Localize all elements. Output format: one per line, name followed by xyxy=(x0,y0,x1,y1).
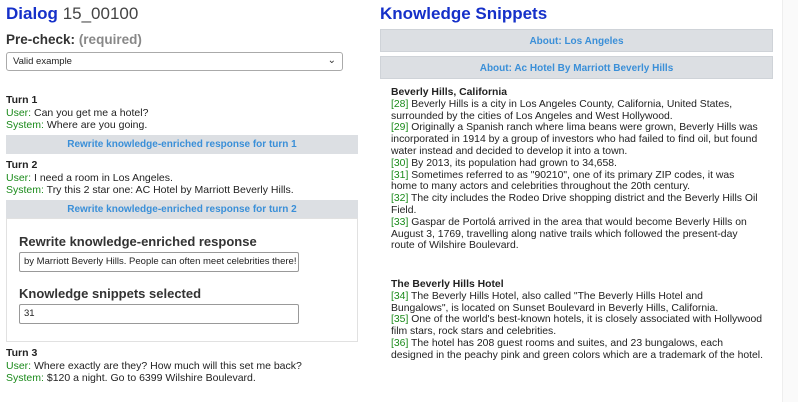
snippet-text: The Beverly Hills Hotel, also called "Th… xyxy=(391,290,719,314)
snippet-group: Beverly Hills, California [28] Beverly H… xyxy=(391,87,763,252)
user-utterance: Where exactly are they? How much will th… xyxy=(31,359,302,372)
snippet-text: One of the world's best-known hotels, it… xyxy=(391,314,763,338)
precheck-label: Pre-check: xyxy=(6,32,76,47)
dialog-title: Dialog 15_00100 xyxy=(6,4,138,24)
snippet[interactable]: [31] Sometimes referred to as "90210", o… xyxy=(391,170,763,194)
precheck-select[interactable]: Valid example ⌄ xyxy=(6,52,343,71)
rewrite-heading: Rewrite knowledge-enriched response xyxy=(19,234,257,249)
snippet[interactable]: [29] Originally a Spanish ranch where li… xyxy=(391,122,763,157)
system-label: System: xyxy=(6,184,44,196)
snippet-id: [36] xyxy=(391,337,409,349)
snippet-text: By 2013, its population had grown to 34,… xyxy=(408,157,617,169)
precheck-selected-value: Valid example xyxy=(13,56,72,67)
snippet-id: [32] xyxy=(391,193,409,205)
about-ac-hotel-button[interactable]: About: Ac Hotel By Marriott Beverly Hill… xyxy=(380,56,773,79)
snippet[interactable]: [36] The hotel has 208 guest rooms and s… xyxy=(391,338,763,362)
snippet-text: Originally a Spanish ranch where lima be… xyxy=(391,122,758,157)
user-label: User: xyxy=(6,359,32,372)
rewrite-turn-2-button[interactable]: Rewrite knowledge-enriched response for … xyxy=(6,200,358,219)
user-utterance: Can you get me a hotel? xyxy=(31,106,149,119)
dialog-panel: Dialog 15_00100 Pre-check: (required) Va… xyxy=(0,0,359,402)
turn-header: Turn 3 xyxy=(6,347,38,359)
snippet-text: The city includes the Rodeo Drive shoppi… xyxy=(391,193,758,216)
snippet-id: [28] xyxy=(391,98,409,110)
rewrite-turn-1-button[interactable]: Rewrite knowledge-enriched response for … xyxy=(6,135,358,154)
rewrite-response-input[interactable]: by Marriott Beverly Hills. People can of… xyxy=(19,252,299,272)
snippet-id: [31] xyxy=(391,169,409,181)
snippets-selected-input[interactable]: 31 xyxy=(19,304,299,324)
system-utterance: Try this 2 star one: AC Hotel by Marriot… xyxy=(43,184,294,196)
precheck-heading: Pre-check: (required) xyxy=(6,32,142,47)
dialog-label: Dialog xyxy=(6,4,58,23)
system-utterance: $120 a night. Go to 6399 Wilshire Boulev… xyxy=(43,372,256,384)
snippet[interactable]: [30] By 2013, its population had grown t… xyxy=(391,158,763,170)
snippet-id: [34] xyxy=(391,290,409,302)
snippet[interactable]: [32] The city includes the Rodeo Drive s… xyxy=(391,193,763,217)
snippet-group-heading: The Beverly Hills Hotel xyxy=(391,279,504,290)
user-utterance: I need a room in Los Angeles. xyxy=(31,171,173,184)
about-los-angeles-button[interactable]: About: Los Angeles xyxy=(380,29,773,52)
snippet-text: The hotel has 208 guest rooms and suites… xyxy=(391,337,763,361)
user-label: User: xyxy=(6,171,32,184)
snippet[interactable]: [28] Beverly Hills is a city in Los Ange… xyxy=(391,99,763,123)
snippet-group-heading: Beverly Hills, California xyxy=(391,87,508,98)
rewrite-panel: Rewrite knowledge-enriched response by M… xyxy=(6,218,358,342)
precheck-required: (required) xyxy=(78,32,142,47)
turn-header: Turn 1 xyxy=(6,94,38,106)
turn-header: Turn 2 xyxy=(6,159,38,171)
snippet[interactable]: [33] Gaspar de Portolá arrived in the ar… xyxy=(391,217,763,252)
snippets-selected-heading: Knowledge snippets selected xyxy=(19,286,202,301)
turn-2: Turn 2 User: I need a room in Los Angele… xyxy=(6,159,294,197)
turn-1: Turn 1 User: Can you get me a hotel? Sys… xyxy=(6,94,148,132)
snippet-text: Beverly Hills is a city in Los Angeles C… xyxy=(391,98,733,122)
system-utterance: Where are you going. xyxy=(43,119,148,131)
snippet-text: Sometimes referred to as "90210", one of… xyxy=(391,169,735,193)
page-scrollbar[interactable] xyxy=(782,0,798,402)
snippet-id: [29] xyxy=(391,122,409,134)
user-label: User: xyxy=(6,106,32,119)
dialog-id: 15_00100 xyxy=(62,4,139,23)
snippet[interactable]: [35] One of the world's best-known hotel… xyxy=(391,314,763,338)
knowledge-panel: Knowledge Snippets About: Los Angeles Ab… xyxy=(380,0,774,402)
snippet-text: Gaspar de Portolá arrived in the area th… xyxy=(391,216,747,252)
turn-3: Turn 3 User: Where exactly are they? How… xyxy=(6,347,302,385)
snippet-id: [35] xyxy=(391,314,409,326)
system-label: System: xyxy=(6,119,44,131)
chevron-down-icon: ⌄ xyxy=(327,55,336,66)
knowledge-title: Knowledge Snippets xyxy=(380,4,548,23)
snippet-id: [30] xyxy=(391,157,409,169)
snippet-id: [33] xyxy=(391,216,409,228)
snippet-group: The Beverly Hills Hotel [34] The Beverly… xyxy=(391,279,763,362)
system-label: System: xyxy=(6,372,44,384)
snippet[interactable]: [34] The Beverly Hills Hotel, also calle… xyxy=(391,291,763,315)
